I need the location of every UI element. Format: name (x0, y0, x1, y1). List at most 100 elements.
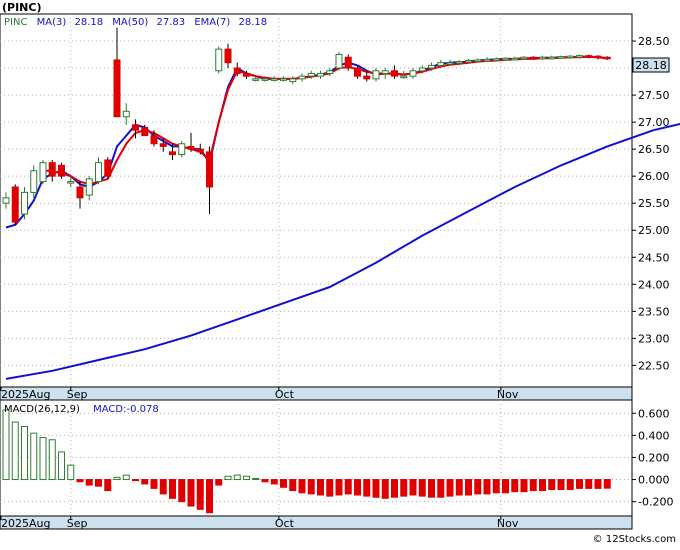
macd-bar (344, 479, 352, 495)
macd-bar (428, 479, 435, 498)
macd-bar (132, 479, 139, 482)
candle-body (30, 170, 38, 193)
candle-body (381, 70, 389, 74)
chart-canvas: 22.50 23.00 23.50 24.00 24.50 25.00 25.50 26.00… (0, 0, 680, 546)
macd-bar (159, 479, 167, 495)
macd-bar (307, 479, 315, 495)
macd-bar (474, 479, 482, 495)
macd-x-axis-band (0, 515, 633, 530)
candle-body (58, 164, 65, 177)
price-tick-label: 25.50 (638, 197, 670, 210)
legend-ma3-label: MA(3) (37, 17, 67, 28)
macd-bar (335, 479, 343, 496)
candle-body (483, 58, 491, 62)
macd-bar (317, 479, 324, 496)
macd-legend-value: MACD:-0.078 (93, 404, 159, 415)
macd-bar (603, 479, 611, 489)
macd-bar (400, 479, 408, 497)
candle-body (548, 56, 556, 60)
macd-panel (0, 399, 633, 517)
macd-bar (104, 479, 112, 492)
candle-body (455, 61, 463, 64)
macd-tick-label: 0.400 (638, 429, 670, 442)
macd-bar (363, 479, 371, 497)
candle-body (270, 78, 278, 81)
candle-body (566, 55, 574, 59)
candle-body (76, 186, 84, 199)
macd-bar (502, 479, 509, 494)
candle-body (224, 48, 232, 64)
macd-bar (122, 474, 130, 481)
candle-body (418, 67, 426, 72)
macd-bar (548, 479, 556, 490)
candle-body (298, 75, 306, 80)
macd-bar (455, 479, 463, 496)
candle-body (317, 72, 324, 77)
macd-bar (354, 479, 361, 496)
candle-body (150, 135, 158, 145)
macd-bar (446, 479, 454, 497)
price-tick-label: 26.50 (638, 143, 670, 156)
candle-body (354, 67, 361, 77)
price-tick-label: 25.00 (638, 224, 670, 237)
macd-bar (39, 437, 47, 481)
x-tick-label: Nov (497, 388, 519, 401)
macd-bar (252, 477, 260, 481)
x-tick-label: 2025Aug (1, 388, 50, 401)
macd-tick-label: -0.200 (638, 496, 673, 509)
chart-title: (PINC) (2, 1, 42, 14)
x-tick-label: Oct (275, 517, 295, 530)
candle-body (372, 70, 380, 80)
candle-body (307, 72, 315, 77)
macd-bar (270, 479, 278, 485)
macd-bar (58, 451, 65, 481)
macd-bar (391, 479, 398, 498)
candle-body (400, 75, 408, 79)
macd-bar (437, 479, 445, 498)
candle-body (520, 56, 528, 60)
candle-body (289, 78, 297, 83)
price-tick-label: 24.50 (638, 251, 670, 264)
candle-body (502, 57, 509, 61)
x-tick-label: Sep (67, 517, 88, 530)
macd-bar (233, 474, 241, 481)
x-tick-label: Oct (275, 388, 295, 401)
candle-body (113, 59, 121, 118)
candle-body (39, 162, 47, 183)
macd-bar (465, 479, 472, 496)
macd-bar (585, 479, 593, 489)
price-tick-label: 23.00 (638, 332, 670, 345)
macd-bar (76, 479, 84, 483)
macd-bar (85, 479, 93, 486)
macd-bar (21, 426, 28, 481)
macd-bar (11, 421, 19, 481)
watermark: © 12Stocks.com (593, 534, 676, 545)
candle-body (344, 56, 352, 69)
candle-body (511, 57, 519, 61)
macd-bar (539, 479, 546, 492)
macd-bar (372, 479, 380, 498)
macd-tick-label: 0.600 (638, 407, 670, 420)
x-tick-label: 2025Aug (1, 517, 50, 530)
macd-bar (30, 432, 38, 481)
macd-bar (187, 479, 195, 507)
candle-body (11, 186, 19, 223)
macd-bar (289, 479, 297, 492)
candle-body (48, 162, 56, 177)
candle-body (363, 75, 371, 80)
candle-body (178, 143, 186, 156)
macd-bar (2, 409, 10, 481)
macd-bar (206, 479, 213, 514)
macd-tick-label: 0.200 (638, 451, 670, 464)
candle-body (206, 151, 213, 188)
macd-bar (557, 479, 565, 490)
macd-bar (196, 479, 204, 510)
candle-body (132, 124, 139, 131)
candle-body (2, 197, 10, 204)
candle-body (465, 59, 472, 63)
candle-body (428, 64, 435, 69)
macd-bar (529, 479, 537, 492)
macd-bar (511, 479, 519, 493)
candle-body (95, 162, 102, 183)
macd-bar (298, 479, 306, 494)
